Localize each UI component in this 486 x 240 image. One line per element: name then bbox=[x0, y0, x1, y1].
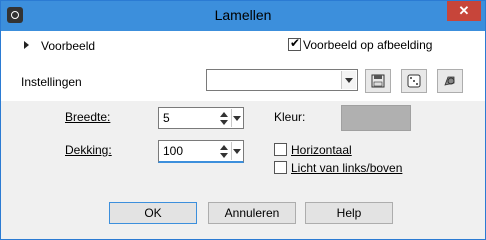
expand-triangle-icon[interactable] bbox=[24, 41, 29, 49]
licht-label-text: Licht van links/boven bbox=[291, 161, 403, 175]
dekking-value[interactable]: 100 bbox=[163, 144, 183, 158]
horizontaal-checkbox[interactable] bbox=[274, 143, 287, 156]
ok-button[interactable]: OK bbox=[109, 202, 197, 224]
cancel-button[interactable]: Annuleren bbox=[208, 202, 296, 224]
preset-combobox[interactable] bbox=[206, 69, 358, 91]
settings-label: Instellingen bbox=[21, 75, 82, 89]
reset-icon bbox=[444, 76, 455, 86]
spin-arrows-icon[interactable] bbox=[218, 109, 230, 127]
title-bar[interactable]: Lamellen ✕ bbox=[1, 1, 485, 31]
breedte-label: Breedte: bbox=[65, 110, 110, 124]
licht-checkbox[interactable] bbox=[274, 161, 287, 174]
dice-icon bbox=[407, 74, 421, 88]
reset-button[interactable] bbox=[437, 69, 463, 93]
preview-on-image-label[interactable]: Voorbeeld op afbeelding bbox=[303, 38, 432, 52]
breedte-label-text: Breedte: bbox=[65, 110, 111, 124]
horizontaal-label[interactable]: Horizontaal bbox=[291, 143, 352, 157]
dekking-spinner[interactable]: 100 bbox=[158, 140, 244, 163]
close-icon: ✕ bbox=[458, 3, 470, 18]
dekking-label-text: Dekking: bbox=[65, 143, 112, 157]
window-title: Lamellen bbox=[214, 7, 272, 23]
chevron-down-icon[interactable] bbox=[231, 142, 242, 160]
horizontaal-label-text: Horizontaal bbox=[291, 143, 352, 157]
licht-label[interactable]: Licht van links/boven bbox=[291, 161, 402, 175]
preview-label[interactable]: Voorbeeld bbox=[41, 39, 95, 53]
dialog-window: Lamellen ✕ Voorbeeld ✔ Voorbeeld op afbe… bbox=[0, 0, 486, 240]
chevron-down-icon[interactable] bbox=[231, 109, 242, 127]
close-button[interactable]: ✕ bbox=[447, 1, 481, 21]
spin-arrows-icon[interactable] bbox=[218, 142, 230, 160]
check-icon: ✔ bbox=[290, 36, 301, 50]
dekking-label: Dekking: bbox=[65, 143, 112, 157]
save-preset-button[interactable] bbox=[365, 69, 391, 93]
preview-on-image-checkbox[interactable]: ✔ bbox=[288, 36, 301, 51]
randomize-button[interactable] bbox=[401, 69, 427, 93]
help-button[interactable]: Help bbox=[305, 202, 393, 224]
floppy-disk-icon bbox=[371, 74, 385, 88]
chevron-down-icon[interactable] bbox=[341, 71, 356, 89]
settings-row: Instellingen bbox=[1, 61, 485, 101]
breedte-spinner[interactable]: 5 bbox=[158, 107, 244, 129]
preview-row: Voorbeeld ✔ Voorbeeld op afbeelding bbox=[1, 31, 485, 61]
kleur-label: Kleur: bbox=[274, 110, 306, 124]
color-swatch[interactable] bbox=[341, 105, 411, 131]
breedte-value[interactable]: 5 bbox=[163, 111, 170, 125]
